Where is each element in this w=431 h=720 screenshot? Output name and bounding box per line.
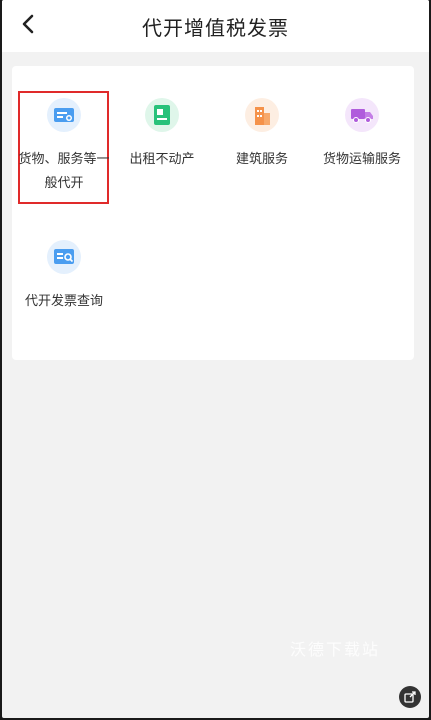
service-label: 货物、服务等一般代开 xyxy=(18,152,110,191)
document-green-icon xyxy=(145,98,179,132)
service-freight-transport[interactable]: 货物运输服务 xyxy=(314,98,410,172)
share-icon xyxy=(404,691,416,703)
service-label: 建筑服务 xyxy=(235,152,288,167)
service-label: 出租不动产 xyxy=(129,152,195,167)
watermark: 沃德下载站 xyxy=(290,640,381,659)
building-icon xyxy=(245,98,279,132)
service-construction[interactable]: 建筑服务 xyxy=(214,98,310,172)
app-screen: 代开增值税发票 货物、服务等一般代开 出租不动产 建筑服务 货物运输服务 代开发… xyxy=(2,0,429,718)
service-label: 代开发票查询 xyxy=(24,294,103,309)
page-title: 代开增值税发票 xyxy=(142,16,289,40)
truck-icon xyxy=(345,98,379,132)
service-grid: 货物、服务等一般代开 出租不动产 建筑服务 货物运输服务 代开发票查询 xyxy=(12,66,414,360)
share-button[interactable] xyxy=(399,686,421,708)
invoice-search-icon xyxy=(47,240,81,274)
service-rent-property[interactable]: 出租不动产 xyxy=(114,98,210,172)
invoice-card-icon xyxy=(47,98,81,132)
service-general-invoice[interactable]: 货物、服务等一般代开 xyxy=(16,98,112,196)
service-label: 货物运输服务 xyxy=(322,152,401,167)
service-invoice-query[interactable]: 代开发票查询 xyxy=(16,240,112,314)
top-bar: 代开增值税发票 xyxy=(2,0,429,52)
